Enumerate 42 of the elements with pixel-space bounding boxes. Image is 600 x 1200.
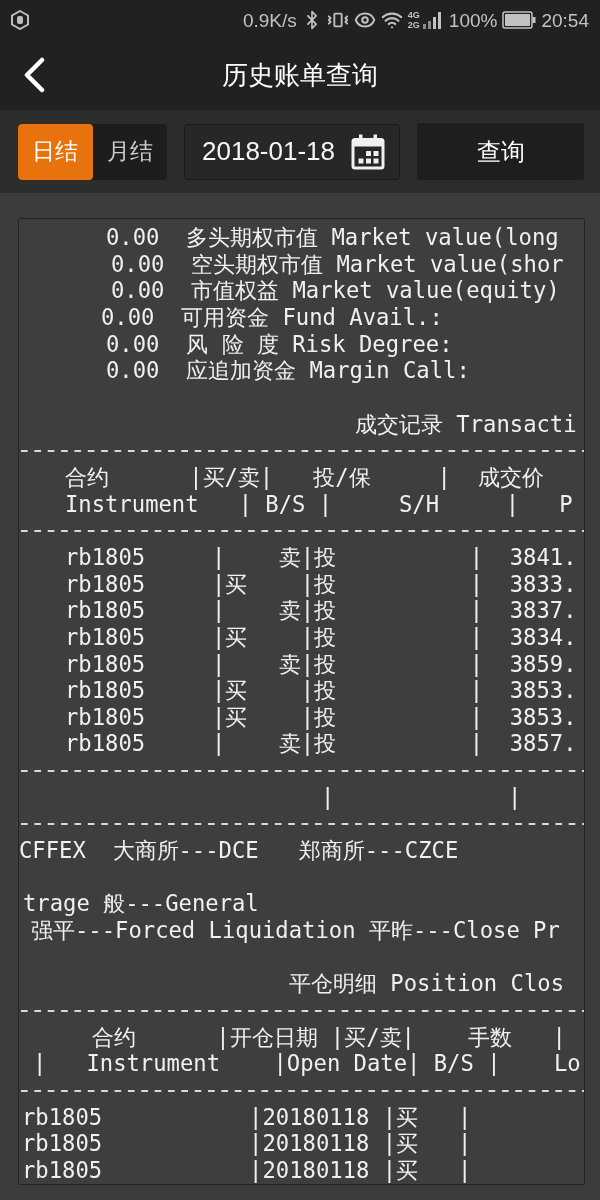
section-title: 成交记录 Transacti [355, 410, 577, 437]
table-row-text: rb1805 |买 |投 | 3834. [65, 623, 577, 650]
table-row-text: rb1805 | 卖|投 | 3859. [65, 650, 577, 677]
summary-line: 0.00 多头期权市值 Market value(long [106, 224, 559, 250]
battery-icon [502, 11, 537, 29]
battery-percent: 100% [448, 10, 498, 30]
page-title: 历史账单查询 [222, 58, 378, 92]
signal-icon [421, 10, 444, 30]
table-row-text: rb1805 | 卖|投 | 3837. [65, 597, 577, 624]
query-button[interactable]: 查询 [417, 123, 584, 180]
column-header-line: | Instrument |Open Date| B/S | Lo [33, 1050, 581, 1077]
summary-line: 0.00 可用资金 Fund Avail.: [101, 303, 443, 330]
table-row-text: rb1805 | 卖|投 | 3857. [65, 730, 577, 757]
network-speed: 0.9K/s [242, 10, 297, 30]
calendar-icon [351, 133, 385, 170]
table-row-text: rb1805 |买 |投 | 3853. [65, 703, 577, 730]
column-header-line: 合约 |买/卖| 投/保 | 成交价 [65, 463, 544, 490]
network-type-label: 2G [407, 20, 420, 30]
table-row-text: rb1805 |20180118 |买 | [22, 1130, 472, 1157]
section-title: 平仓明细 Position Clos [289, 970, 564, 997]
summary-line: 0.00 市值权益 Market value(equity) [111, 277, 560, 304]
legend-line: CFFEX 大商所---DCE 郑商所---CZCE [19, 837, 459, 864]
clock-time: 20:54 [541, 10, 589, 30]
period-tab[interactable]: 月结 [92, 123, 167, 180]
legend-line: 强平---Forced Liquidation 平昨---Close Pr [31, 917, 560, 944]
network-type-label: 4G [407, 10, 420, 20]
column-header-line: Instrument | B/S | S/H | P [65, 490, 573, 517]
table-row-text: rb1805 |20180118 |买 | [22, 1103, 472, 1130]
column-header-line: 合约 |开仓日期 |买/卖| 手数 | [92, 1023, 566, 1050]
table-row-text: rb1805 | 卖|投 | 3841. [65, 543, 577, 570]
table-row-text: | | [321, 783, 522, 810]
table-row-text: rb1805 |20180118 |买 | [22, 1156, 472, 1183]
summary-line: 0.00 风 险 度 Risk Degree: [106, 330, 453, 357]
summary-line: 0.00 应追加资金 Margin Call: [106, 357, 470, 384]
table-row-text: rb1805 |买 |投 | 3853. [65, 677, 577, 704]
legend-line: trage 般---General [23, 890, 259, 917]
back-button[interactable] [22, 57, 46, 93]
chevron-left-icon [22, 57, 46, 93]
hexagon-icon [10, 10, 30, 30]
date-field[interactable]: 2018-01-18 [184, 123, 400, 180]
summary-line: 0.00 空头期权市值 Market value(shor [111, 250, 564, 277]
table-row-text: rb1805 |买 |投 | 3833. [65, 570, 577, 597]
